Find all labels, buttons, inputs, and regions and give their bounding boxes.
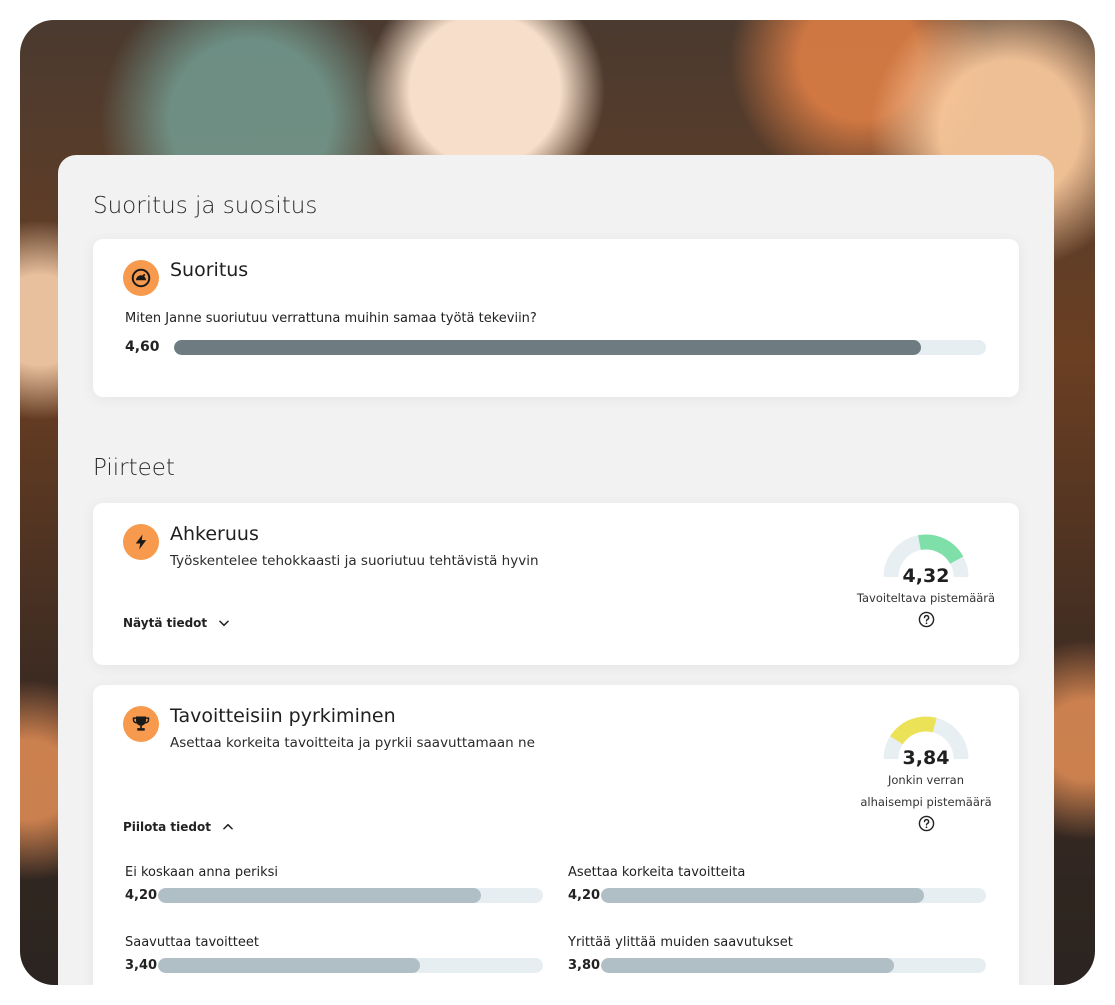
background-frame: Suoritus ja suositus Suoritus Miten Jann… <box>20 20 1095 985</box>
detail-bar-track <box>601 888 986 903</box>
trait-title: Tavoitteisiin pyrkiminen <box>170 705 396 727</box>
performance-card: Suoritus Miten Janne suoriutuu verrattun… <box>93 239 1019 397</box>
detail-value: 4,20 <box>568 888 601 903</box>
detail-label: Asettaa korkeita tavoitteita <box>568 865 746 880</box>
detail-value: 3,40 <box>125 958 158 973</box>
detail-value: 3,80 <box>568 958 601 973</box>
trait-card-ahkeruus: Ahkeruus Työskentelee tehokkaasti ja suo… <box>93 503 1019 665</box>
detail-bar-fill <box>158 958 420 973</box>
trait-gauge: 4,32 Tavoiteltava pistemäärä <box>841 533 1011 632</box>
performance-title: Suoritus <box>170 259 249 281</box>
trait-title: Ahkeruus <box>170 523 259 545</box>
detail-bar-track <box>158 888 543 903</box>
gauge-caption-line1: Jonkin verran <box>888 773 964 787</box>
hide-details-toggle[interactable]: Piilota tiedot <box>123 820 235 834</box>
show-details-toggle[interactable]: Näytä tiedot <box>123 616 231 630</box>
gauge-caption-line2: alhaisempi pistemäärä <box>860 795 992 809</box>
gauge-value: 4,32 <box>902 565 950 587</box>
help-icon[interactable] <box>918 815 935 836</box>
detail-bar-track <box>158 958 543 973</box>
performance-bar-fill <box>174 340 922 355</box>
trait-gauge: 3,84 Jonkin verran alhaisempi pistemäärä <box>841 715 1011 836</box>
section-title-traits: Piirteet <box>93 455 175 481</box>
detail-label: Yrittää ylittää muiden saavutukset <box>568 935 793 950</box>
speedometer-icon <box>123 260 159 296</box>
gauge-value: 3,84 <box>902 747 950 769</box>
detail-label: Saavuttaa tavoitteet <box>125 935 259 950</box>
detail-bar-fill <box>158 888 482 903</box>
content-panel: Suoritus ja suositus Suoritus Miten Jann… <box>58 155 1054 985</box>
trait-description: Työskentelee tehokkaasti ja suoriutuu te… <box>170 553 539 569</box>
performance-question: Miten Janne suoriutuu verrattuna muihin … <box>125 311 537 326</box>
detail-label: Ei koskaan anna periksi <box>125 865 279 880</box>
trophy-icon <box>123 706 159 742</box>
section-title-performance: Suoritus ja suositus <box>93 193 318 219</box>
performance-bar-track <box>174 340 986 355</box>
detail-bar-fill <box>601 888 925 903</box>
detail-bar-track <box>601 958 986 973</box>
detail-value: 4,20 <box>125 888 158 903</box>
chevron-down-icon <box>219 620 230 627</box>
trait-card-tavoitteisiin: Tavoitteisiin pyrkiminen Asettaa korkeit… <box>93 685 1019 985</box>
chevron-up-icon <box>223 823 233 830</box>
help-icon[interactable] <box>918 611 935 632</box>
lightning-icon <box>123 524 159 560</box>
performance-score: 4,60 <box>125 339 160 355</box>
toggle-label: Piilota tiedot <box>123 820 211 834</box>
toggle-label: Näytä tiedot <box>123 616 208 630</box>
detail-bar-fill <box>601 958 894 973</box>
trait-description: Asettaa korkeita tavoitteita ja pyrkii s… <box>170 735 535 751</box>
gauge-caption: Tavoiteltava pistemäärä <box>856 591 996 605</box>
